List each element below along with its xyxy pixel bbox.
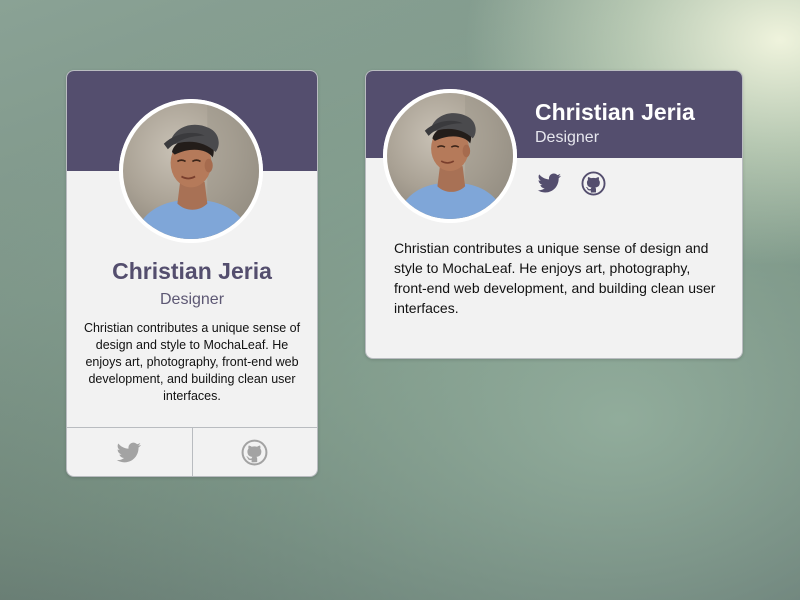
profile-bio: Christian contributes a unique sense of … xyxy=(83,321,301,403)
profile-bio: Christian contributes a unique sense of … xyxy=(394,240,716,316)
twitter-link[interactable] xyxy=(536,170,562,196)
twitter-icon xyxy=(116,440,142,466)
social-links xyxy=(536,170,606,196)
github-link[interactable] xyxy=(580,170,606,196)
avatar xyxy=(119,99,263,243)
profile-card-horizontal: Christian Jeria Designer Christian contr… xyxy=(365,70,743,359)
profile-name: Christian Jeria xyxy=(535,99,695,125)
profile-role: Designer xyxy=(535,129,600,146)
profile-card-vertical: Christian Jeria Designer Christian contr… xyxy=(66,70,318,477)
github-icon xyxy=(581,171,606,196)
avatar xyxy=(383,89,517,223)
social-footer xyxy=(67,427,318,477)
twitter-icon xyxy=(537,171,562,196)
profile-role: Designer xyxy=(159,291,225,308)
github-link[interactable] xyxy=(191,428,318,476)
github-icon xyxy=(241,439,268,466)
twitter-link[interactable] xyxy=(67,428,192,477)
profile-name: Christian Jeria xyxy=(112,258,272,284)
